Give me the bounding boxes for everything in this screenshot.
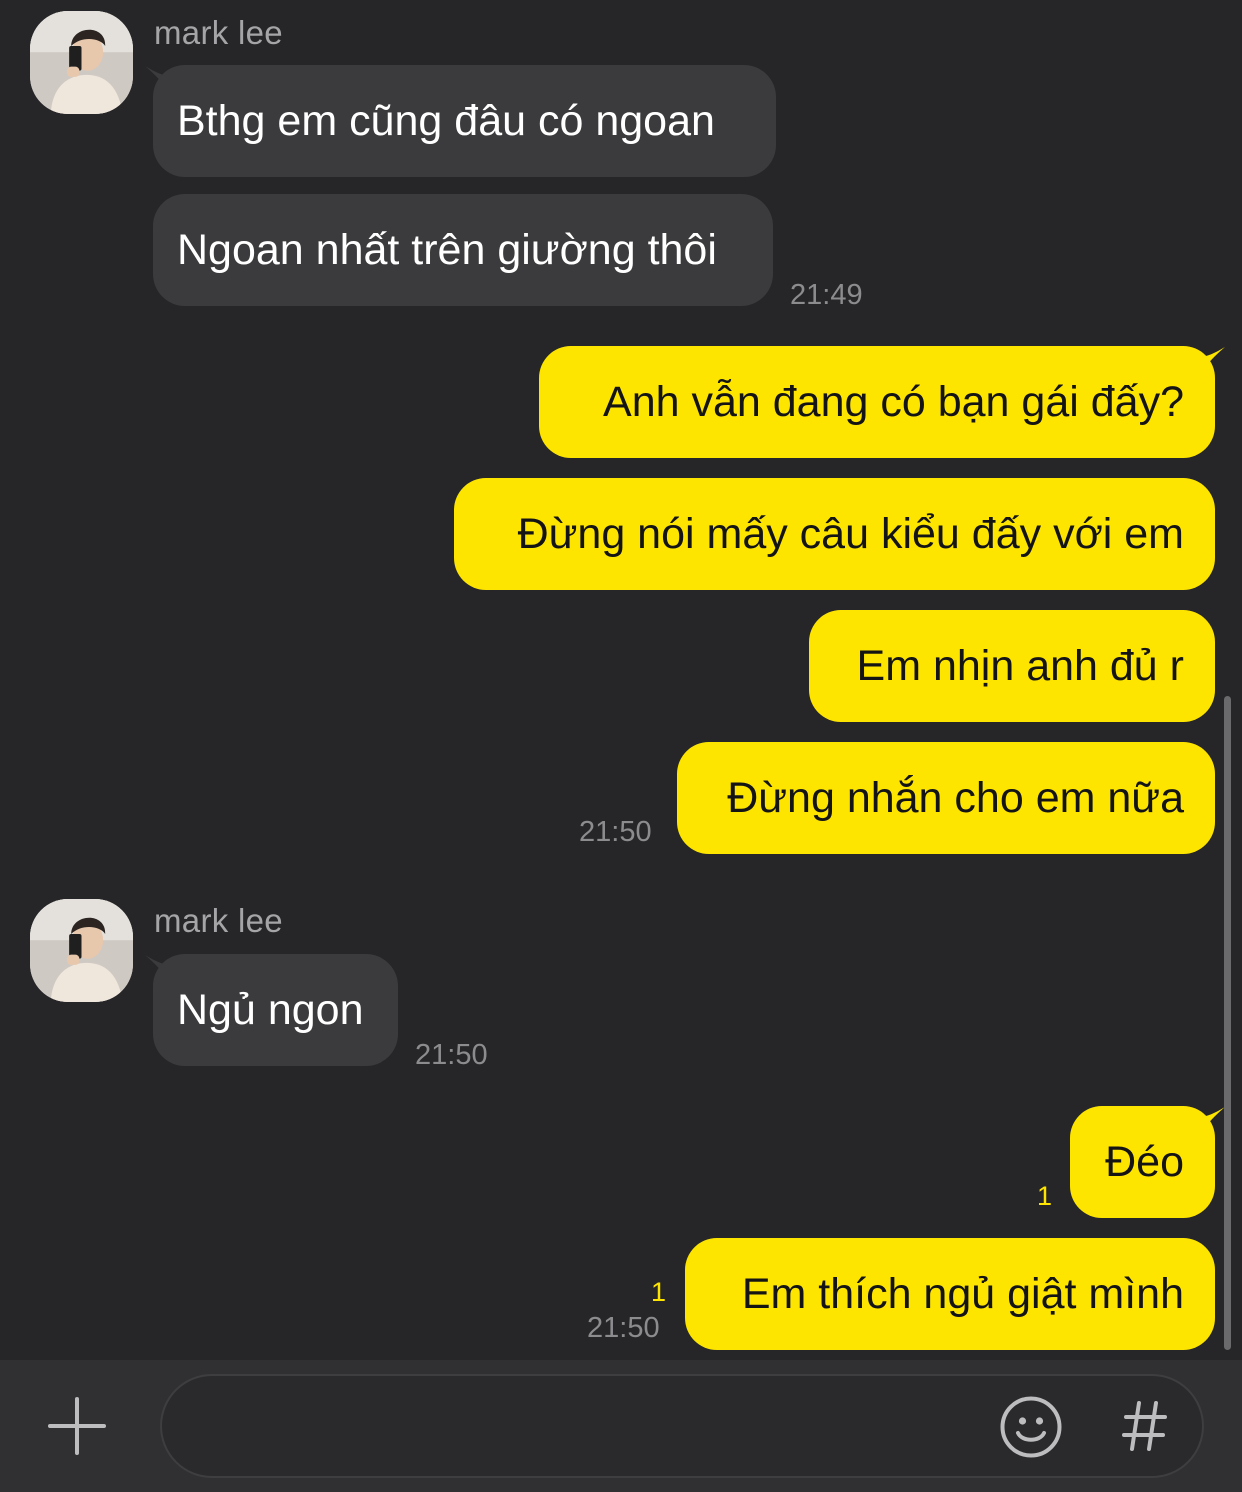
sender-avatar[interactable]: [30, 11, 133, 114]
hashtag-icon[interactable]: [1122, 1400, 1168, 1452]
incoming-message-bubble[interactable]: Ngoan nhất trên giường thôi: [153, 194, 773, 306]
sender-name: mark lee: [154, 14, 283, 51]
message-text: Bthg em cũng đâu có ngoan: [177, 96, 715, 145]
message-text: Em thích ngủ giật mình: [741, 1269, 1184, 1318]
message-text: Em nhịn anh đủ r: [856, 641, 1184, 690]
plus-icon[interactable]: [48, 1397, 106, 1455]
unread-count: 1: [651, 1277, 667, 1307]
message-timestamp: 21:50: [415, 1039, 488, 1071]
sender-name: mark lee: [154, 902, 283, 939]
outgoing-message-bubble[interactable]: Em thích ngủ giật mình: [685, 1238, 1215, 1350]
unread-count: 1: [1037, 1181, 1053, 1211]
incoming-message-bubble[interactable]: Ngủ ngon: [153, 954, 398, 1066]
avatar-photo: [30, 899, 133, 1002]
emoji-icon[interactable]: [999, 1395, 1063, 1459]
outgoing-message-bubble[interactable]: Đéo: [1070, 1106, 1215, 1218]
message-text: Ngủ ngon: [177, 985, 364, 1034]
chat-scrollbar[interactable]: [1224, 696, 1231, 1350]
outgoing-message-bubble[interactable]: Em nhịn anh đủ r: [809, 610, 1215, 722]
message-text: Đừng nói mấy câu kiểu đấy với em: [517, 509, 1184, 558]
message-timestamp: 21:50: [587, 1312, 660, 1344]
message-timestamp: 21:50: [579, 816, 652, 848]
avatar-photo: [30, 11, 133, 114]
message-timestamp: 21:49: [790, 279, 863, 311]
incoming-message-bubble[interactable]: Bthg em cũng đâu có ngoan: [153, 65, 776, 177]
outgoing-message-bubble[interactable]: Đừng nói mấy câu kiểu đấy với em: [454, 478, 1215, 590]
outgoing-message-bubble[interactable]: Anh vẫn đang có bạn gái đấy?: [539, 346, 1215, 458]
outgoing-message-bubble[interactable]: Đừng nhắn cho em nữa: [677, 742, 1215, 854]
message-text: Đừng nhắn cho em nữa: [727, 773, 1184, 822]
message-text: Anh vẫn đang có bạn gái đấy?: [603, 377, 1184, 426]
message-text: Ngoan nhất trên giường thôi: [177, 225, 717, 274]
sender-avatar[interactable]: [30, 899, 133, 1002]
message-text: Đéo: [1105, 1137, 1184, 1186]
